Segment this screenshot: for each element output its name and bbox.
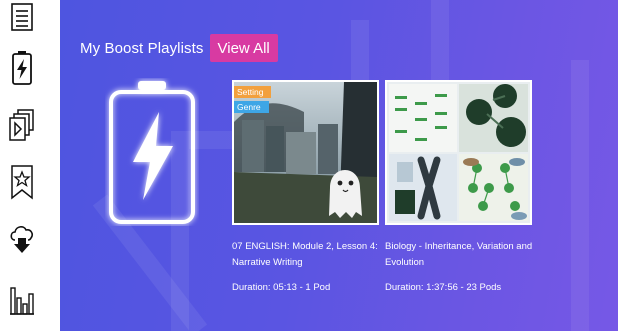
bar-chart-icon[interactable] [9,280,35,316]
battery-bolt-icon [109,81,195,224]
sidebar [0,0,60,331]
boost-playlists-panel: My Boost Playlists View All Setting Genr… [60,0,618,331]
cloud-download-icon[interactable] [9,220,35,256]
playlist-card-biology[interactable]: Biology - Inheritance, Variation and Evo… [385,80,532,295]
bookmark-star-icon[interactable] [9,164,35,200]
playlist-thumbnail[interactable] [385,80,532,225]
document-lines-icon[interactable] [9,2,35,38]
playlist-duration: Duration: 1:37:56 - 23 Pods [385,282,502,293]
view-all-button[interactable]: View All [209,34,278,62]
playlist-title[interactable]: 07 ENGLISH: Module 2, Lesson 4: Narrativ… [232,239,382,271]
playlist-thumbnail[interactable]: Setting Genre [232,80,379,225]
section-title: My Boost Playlists [80,39,204,57]
tag-setting: Setting [234,86,272,98]
playlist-duration: Duration: 05:13 - 1 Pod [232,282,331,293]
playlist-card-english[interactable]: Setting Genre 07 ENGLISH: Module 2, Less… [232,80,379,295]
stacked-play-icon[interactable] [9,108,35,144]
battery-bolt-icon[interactable] [9,50,35,86]
biology-collage-image [387,82,530,223]
playlist-title[interactable]: Biology - Inheritance, Variation and Evo… [385,239,535,271]
section-header: My Boost Playlists View All [80,34,278,62]
tag-genre: Genre [234,101,269,113]
